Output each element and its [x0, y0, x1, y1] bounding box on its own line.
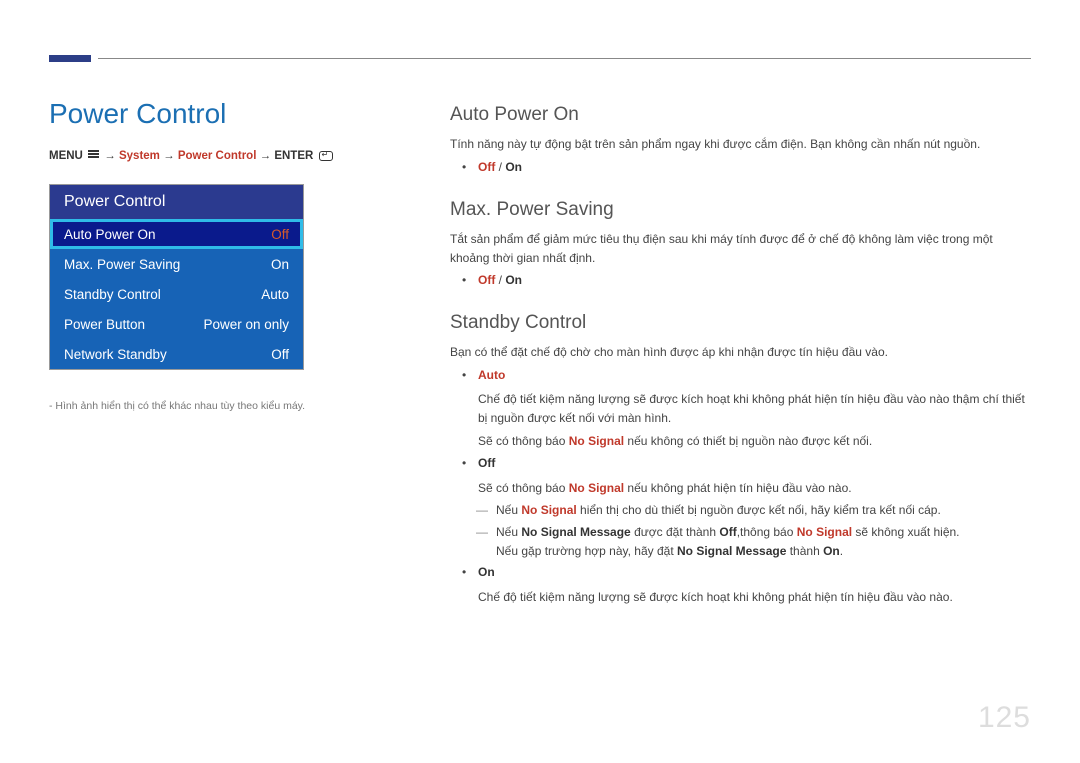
option-label: Auto — [478, 368, 505, 382]
option-off: Off — [478, 273, 495, 287]
menu-row-max-power-saving[interactable]: Max. Power Saving On — [50, 249, 303, 279]
section-desc: Tính năng này tự động bật trên sản phẩm … — [450, 135, 1031, 154]
no-signal-text: No Signal — [521, 503, 576, 517]
menu-row-label: Network Standby — [64, 347, 167, 362]
breadcrumb-arrow-1: → — [104, 150, 116, 162]
section-title-auto-power-on: Auto Power On — [450, 100, 1031, 129]
breadcrumb-enter: ENTER — [274, 150, 313, 162]
option-label: On — [478, 565, 495, 579]
menu-row-auto-power-on[interactable]: Auto Power On Off — [50, 219, 303, 249]
breadcrumb-menu: MENU — [49, 150, 83, 162]
menu-row-label: Power Button — [64, 317, 145, 332]
off-dash-2: Nếu No Signal Message được đặt thành Off… — [478, 523, 1031, 560]
breadcrumb-arrow-3: → — [260, 150, 272, 162]
off-detail-1: Sẽ có thông báo No Signal nếu không phát… — [478, 479, 1031, 498]
menu-row-value: Auto — [261, 287, 289, 302]
page-title: Power Control — [49, 98, 226, 130]
off-dash-1: Nếu No Signal hiển thị cho dù thiết bị n… — [478, 501, 1031, 520]
no-signal-text: No Signal — [569, 434, 624, 448]
header-rule — [98, 58, 1031, 59]
no-signal-message-text: No Signal Message — [521, 525, 630, 539]
header-accent — [49, 55, 91, 62]
enter-icon — [319, 151, 333, 161]
content-column: Auto Power On Tính năng này tự động bật … — [450, 100, 1031, 610]
option-on: On — [505, 160, 522, 174]
menu-panel: Power Control Auto Power On Off Max. Pow… — [49, 184, 304, 370]
option-line: Off / On — [468, 271, 1031, 290]
menu-row-value: Off — [271, 227, 289, 242]
breadcrumb-power-control: Power Control — [178, 150, 257, 162]
option-off: Off — [478, 160, 495, 174]
menu-row-label: Max. Power Saving — [64, 257, 180, 272]
menu-icon — [88, 150, 99, 159]
image-note: - Hình ảnh hiển thị có thể khác nhau tùy… — [49, 400, 349, 412]
auto-detail-2: Sẽ có thông báo No Signal nếu không có t… — [478, 432, 1031, 451]
option-label: Off — [478, 456, 495, 470]
menu-row-label: Auto Power On — [64, 227, 156, 242]
breadcrumb: MENU → System → Power Control → ENTER — [49, 149, 333, 162]
option-line: Off / On — [468, 158, 1031, 177]
no-signal-message-text: No Signal Message — [677, 544, 786, 558]
option-auto: Auto — [468, 366, 1031, 385]
menu-row-power-button[interactable]: Power Button Power on only — [50, 309, 303, 339]
section-title-standby-control: Standby Control — [450, 308, 1031, 337]
menu-panel-header: Power Control — [50, 185, 303, 219]
page-number: 125 — [978, 701, 1031, 735]
no-signal-text: No Signal — [797, 525, 852, 539]
menu-row-label: Standby Control — [64, 287, 161, 302]
no-signal-text: No Signal — [569, 481, 624, 495]
menu-row-network-standby[interactable]: Network Standby Off — [50, 339, 303, 369]
option-on: On — [505, 273, 522, 287]
section-desc: Bạn có thể đặt chế độ chờ cho màn hình đ… — [450, 343, 1031, 362]
option-off: Off — [468, 454, 1031, 473]
on-detail: Chế độ tiết kiệm năng lượng sẽ được kích… — [478, 588, 1031, 607]
section-desc: Tắt sản phẩm để giảm mức tiêu thụ điện s… — [450, 230, 1031, 267]
auto-detail-1: Chế độ tiết kiệm năng lượng sẽ được kích… — [478, 390, 1031, 427]
menu-row-value: Power on only — [203, 317, 289, 332]
menu-row-standby-control[interactable]: Standby Control Auto — [50, 279, 303, 309]
breadcrumb-system: System — [119, 150, 160, 162]
menu-row-value: Off — [271, 347, 289, 362]
section-title-max-power-saving: Max. Power Saving — [450, 195, 1031, 224]
option-on: On — [468, 563, 1031, 582]
breadcrumb-arrow-2: → — [163, 150, 175, 162]
menu-row-value: On — [271, 257, 289, 272]
